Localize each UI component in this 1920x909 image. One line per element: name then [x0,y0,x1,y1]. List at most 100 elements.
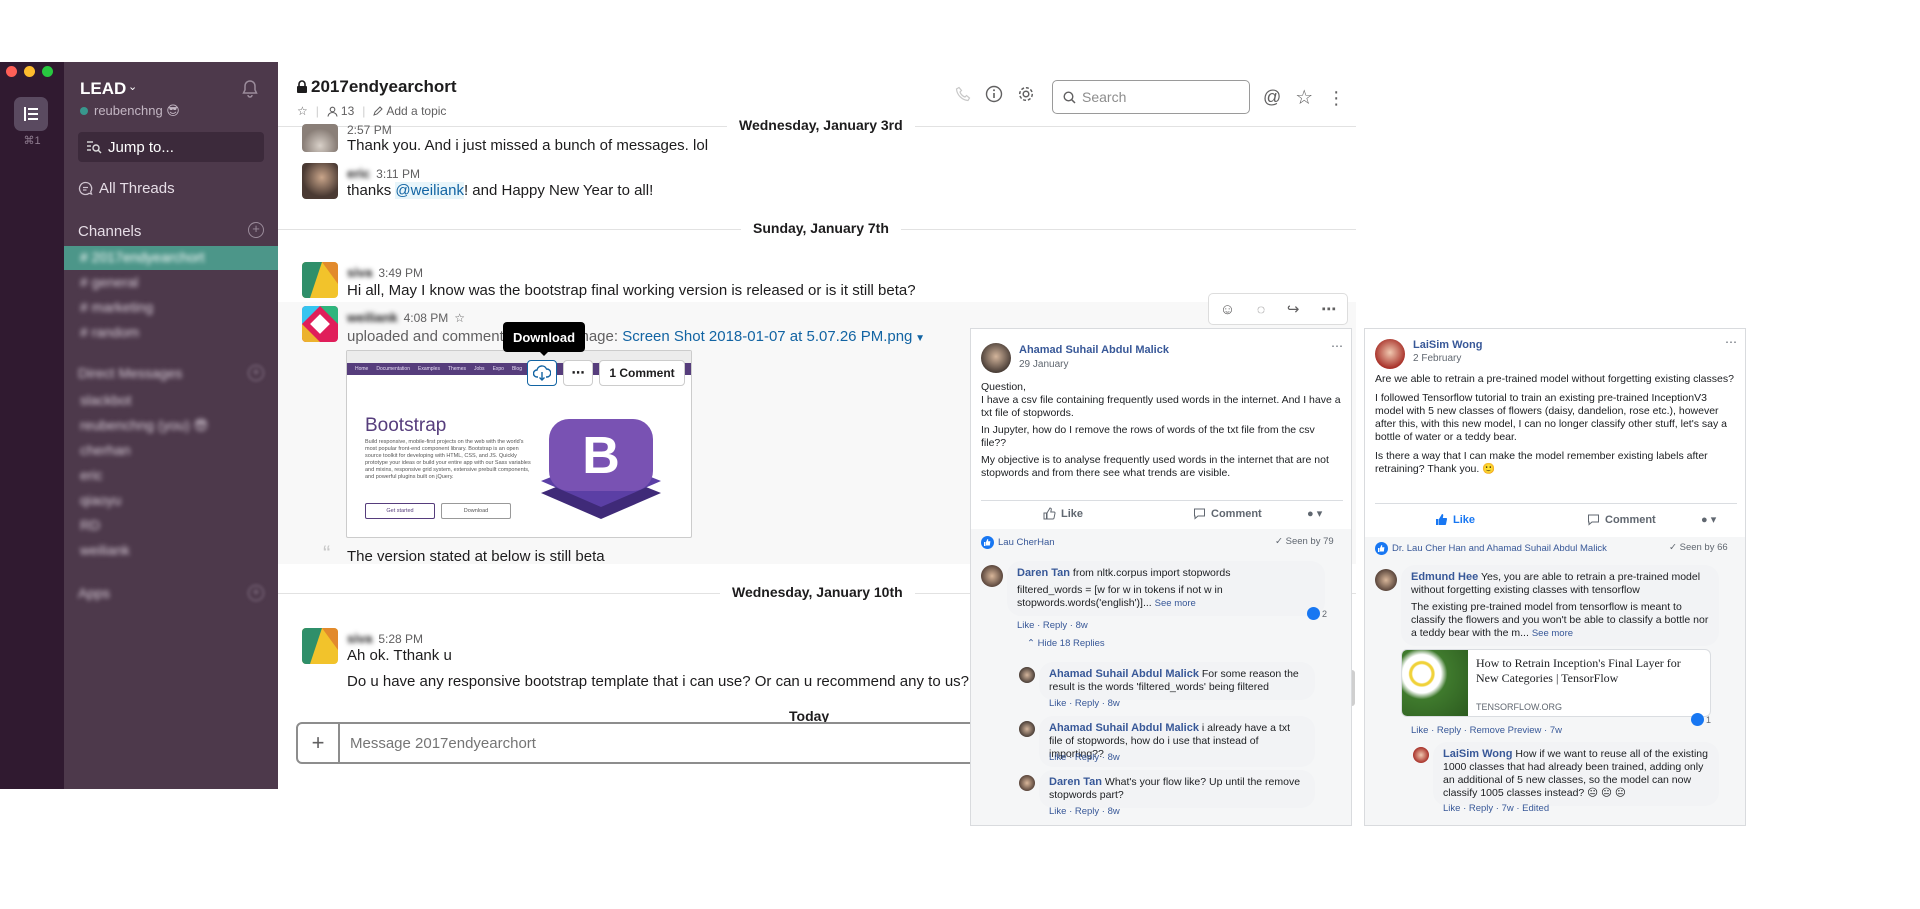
reply-author[interactable]: Daren Tan [1049,776,1102,788]
add-app-icon[interactable]: + [248,585,264,601]
search-input[interactable]: Search [1052,80,1250,114]
maximize-window-button[interactable] [42,66,53,77]
comment-count-button[interactable]: 1 Comment [599,360,685,386]
reply-actions[interactable]: Like · Reply · 7w · Edited [1443,803,1549,814]
like-button[interactable]: Like [1043,507,1083,520]
sender-name[interactable]: siva [347,265,372,280]
apps-heading[interactable]: Apps [78,585,110,601]
comment-likes[interactable]: 1 [1691,713,1711,726]
add-channel-icon[interactable]: + [248,222,264,238]
add-dm-icon[interactable]: + [248,365,264,381]
sidebar-item-dm[interactable]: eric [80,467,103,483]
sidebar-item-dm[interactable]: weiliank [80,542,130,558]
message-time[interactable]: 3:11 PM [376,167,420,181]
gear-icon[interactable] [1017,85,1035,103]
channel-title[interactable]: 2017endyearchort [296,77,457,97]
seen-by[interactable]: ✓ Seen by 79 [1275,536,1334,547]
avatar[interactable] [302,628,338,664]
sidebar-item-channel[interactable]: # marketing [80,299,153,315]
hide-replies-link[interactable]: ⌃ Hide 18 Replies [1027,638,1105,649]
start-thread-icon[interactable]: ◌ [1257,301,1265,317]
share-icon[interactable]: ↪ [1287,300,1300,318]
sidebar-item-dm[interactable]: cherhan [80,442,131,458]
file-dropdown-chevron-icon[interactable]: ▼ [912,333,925,344]
star-icon[interactable]: ☆ [297,104,308,118]
more-options-icon[interactable]: ⋮ [1327,89,1345,107]
avatar[interactable] [1019,775,1035,791]
avatar[interactable] [1019,667,1035,683]
comment-actions[interactable]: Like · Reply · Remove Preview · 7w [1411,725,1562,736]
like-button[interactable]: Like [1435,513,1475,526]
sidebar-item-dm[interactable]: RD [80,517,100,533]
attach-plus-button[interactable]: + [298,724,340,762]
link-preview-card[interactable]: How to Retrain Inception's Final Layer f… [1401,649,1711,717]
post-options-icon[interactable]: ⋯ [1725,335,1737,349]
avatar[interactable] [1375,339,1405,369]
sidebar-item-channel[interactable]: # general [80,274,138,290]
avatar[interactable] [302,124,338,152]
post-options-icon[interactable]: ⋯ [1331,339,1343,353]
add-topic-link[interactable]: Add a topic [373,104,446,118]
sidebar-item-dm[interactable]: reubenchng (you) 😎 [80,417,208,434]
more-actions-icon[interactable]: ⋯ [1321,300,1336,318]
reply-author[interactable]: Ahamad Suhail Abdul Malick [1049,722,1199,734]
sidebar-item-channel[interactable]: # 2017endyearchort [80,249,205,265]
message-time[interactable]: 2:57 PM [347,123,392,137]
reply-author[interactable]: LaiSim Wong [1443,748,1512,760]
all-threads-link[interactable]: All Threads [78,180,175,197]
message-time[interactable]: 4:08 PM [404,311,449,325]
reactions-summary[interactable]: Dr. Lau Cher Han and Ahamad Suhail Abdul… [1375,542,1607,555]
jump-to-button[interactable]: Jump to... [78,132,264,162]
post-author[interactable]: LaiSim Wong [1413,339,1482,351]
avatar[interactable] [1019,721,1035,737]
avatar[interactable] [302,262,338,298]
avatar[interactable] [1375,569,1397,591]
add-reaction-icon[interactable]: ☺ [1220,301,1235,318]
mentions-icon[interactable]: @ [1263,87,1281,108]
download-button[interactable] [527,360,557,386]
seen-by[interactable]: ✓ Seen by 66 [1669,542,1728,553]
audience-selector-icon[interactable]: ● ▾ [1701,513,1716,526]
chevron-down-icon[interactable]: ⌄ [128,80,137,93]
post-date[interactable]: 29 January [1019,359,1068,370]
reply-actions[interactable]: Like · Reply · 8w [1049,806,1120,817]
post-author[interactable]: Ahamad Suhail Abdul Malick [1019,344,1169,356]
call-icon[interactable] [955,86,971,102]
avatar[interactable] [302,306,338,342]
see-more-link[interactable]: See more [1532,628,1573,639]
comment-author[interactable]: Daren Tan [1017,567,1070,579]
star-message-icon[interactable]: ☆ [454,311,465,325]
user-mention-link[interactable]: @weiliank [395,182,464,199]
team-name[interactable]: LEAD [80,79,126,99]
current-user[interactable]: reubenchng 😎 [94,103,180,119]
more-file-actions-icon[interactable]: ⋯ [563,360,593,386]
workspace-switcher[interactable] [14,97,48,131]
reply-author[interactable]: Ahamad Suhail Abdul Malick [1049,668,1199,680]
notifications-bell-icon[interactable] [240,79,260,104]
sidebar-item-dm[interactable]: slackbot [80,392,131,408]
sender-name[interactable]: weiliank [347,310,398,325]
starred-items-icon[interactable]: ☆ [1295,85,1313,110]
info-icon[interactable] [985,85,1003,103]
channels-heading[interactable]: Channels [78,223,141,240]
comment-author[interactable]: Edmund Hee [1411,571,1478,583]
avatar[interactable] [981,343,1011,373]
close-window-button[interactable] [6,66,17,77]
direct-messages-heading[interactable]: Direct Messages [78,365,182,381]
avatar[interactable] [302,163,338,199]
sender-name[interactable]: eric [347,166,370,181]
file-name-link[interactable]: Screen Shot 2018-01-07 at 5.07.26 PM.png [622,328,912,345]
post-date[interactable]: 2 February [1413,353,1461,364]
reply-actions[interactable]: Like · Reply · 8w [1049,698,1120,709]
comment-button[interactable]: Comment [1587,513,1656,526]
message-time[interactable]: 5:28 PM [378,632,423,646]
message-input[interactable] [340,734,980,752]
sidebar-item-dm[interactable]: qiaoyu [80,492,121,508]
reactions-summary[interactable]: Lau CherHan [981,536,1055,549]
avatar[interactable] [981,565,1003,587]
comment-actions[interactable]: Like · Reply · 8w [1017,620,1088,631]
avatar[interactable] [1413,747,1429,763]
reply-actions[interactable]: Like · Reply · 8w [1049,752,1120,763]
audience-selector-icon[interactable]: ● ▾ [1307,507,1322,520]
member-count[interactable]: 13 [327,104,354,118]
